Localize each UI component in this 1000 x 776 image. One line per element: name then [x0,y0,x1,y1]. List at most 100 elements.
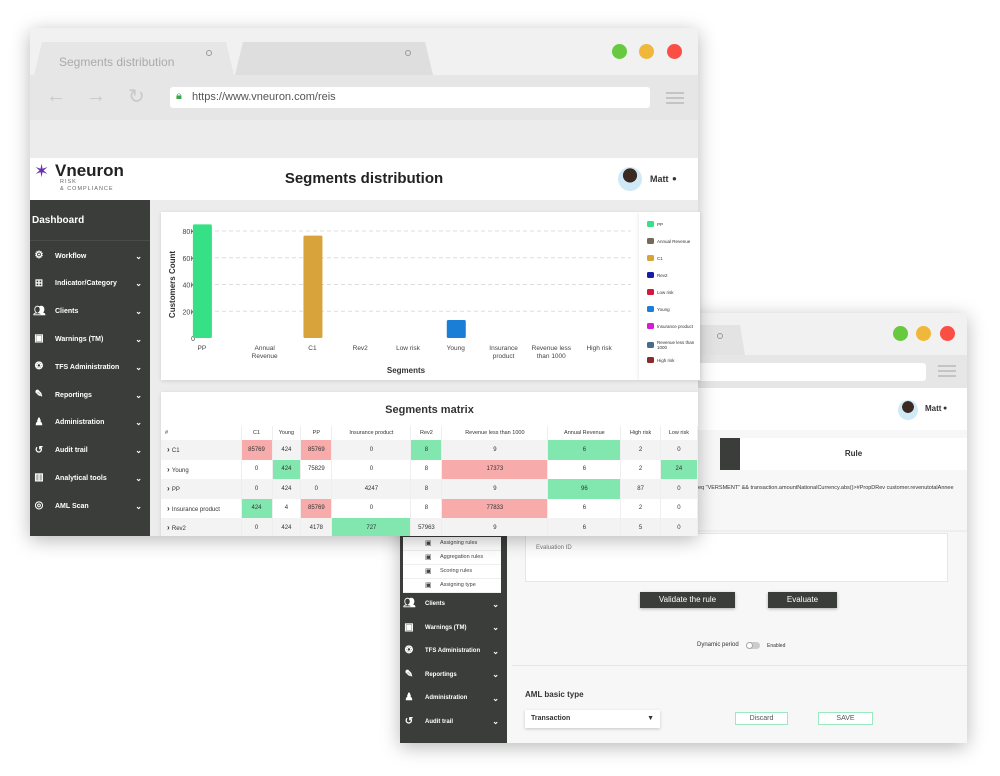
tab-close-icon[interactable] [405,50,411,56]
chevron-down-icon: ⌄ [492,623,499,632]
legend-item[interactable]: Young [647,306,699,312]
legend-item[interactable]: Insurance product [647,323,699,329]
back-icon[interactable]: ← [46,85,66,108]
table-row[interactable]: › Young 0 424 75829 0 8 17373 6 2 24 [161,459,698,479]
legend-label: Young [657,306,670,312]
legend-item[interactable]: High risk [647,357,699,363]
legend-swatch [647,255,654,261]
avatar[interactable] [898,400,918,420]
sidebar-item-audit-trail[interactable]: ↺ Audit trail ⌄ [30,438,150,464]
row-label[interactable]: › PP [161,479,242,499]
sidebar-item-indicator-category[interactable]: ⊞ Indicator/Category ⌄ [30,271,150,297]
discard-button[interactable]: Discard [735,712,788,725]
row-label[interactable]: › Rev2 [161,518,242,536]
table-row[interactable]: › PP 0 424 0 4247 8 9 96 87 0 [161,479,698,499]
validate-rule-button[interactable]: Validate the rule [640,592,735,608]
menu-icon[interactable] [666,89,684,107]
sidebar-item-reportings[interactable]: ✎ Reportings ⌄ [30,382,150,408]
legend-item[interactable]: PP [647,221,699,227]
submenu-item[interactable]: ▣ Assigning rules [403,537,501,551]
divider [512,665,967,666]
sidebar-title[interactable]: Dashboard [32,215,84,226]
tab-rule[interactable]: Rule [740,438,967,470]
maximize-button[interactable] [893,326,908,341]
aml-type-select[interactable]: Transaction ▼ [525,710,660,728]
sidebar-item-analytical-tools[interactable]: ▥ Analytical tools ⌄ [30,465,150,491]
browser-tab-active[interactable]: Segments distribution [34,42,234,75]
x-tick-label: Annual Revenue [252,345,278,360]
bar-c1[interactable] [303,235,323,338]
row-label-text: Young [171,467,189,474]
user-menu-icon[interactable]: ● [672,174,677,183]
sidebar-item-administration[interactable]: ♟ Administration ⌄ [30,410,150,436]
sidebar-item[interactable]: ▣ Warnings (TM) ⌄ [400,617,507,639]
sidebar-item-label: Analytical tools [55,474,107,482]
legend-swatch [647,289,654,295]
chart-legend: PP Annual Revenue C1 Rev2 Low risk Young Insur… [639,212,700,380]
lock-icon: 🔒︎ [176,90,182,102]
sidebar-item[interactable]: ♟ Administration ⌄ [400,687,507,709]
matrix-cell: 4 [272,498,302,518]
sidebar-item-warnings-tm-[interactable]: ▣ Warnings (TM) ⌄ [30,326,150,352]
table-row[interactable]: › Rev2 0 424 4178 727 57963 9 6 5 0 [161,518,698,536]
browser-tab[interactable] [235,42,433,75]
submenu-item[interactable]: ▣ Scoring rules [403,565,501,579]
minimize-button[interactable] [916,326,931,341]
save-button[interactable]: SAVE [818,712,873,725]
chevron-down-icon: ⌄ [135,501,142,511]
tab-active[interactable] [720,438,740,470]
row-label[interactable]: › Young [161,459,242,479]
sidebar-item-aml-scan[interactable]: ◎ AML Scan ⌄ [30,493,150,519]
submenu-item[interactable]: ▣ Assigning type [403,579,501,593]
sidebar-item[interactable]: ❂ TFS Administration ⌄ [400,640,507,662]
table-row[interactable]: › C1 85769 424 85769 0 8 9 6 2 0 [161,440,698,460]
close-button[interactable] [667,44,682,59]
tab-close-icon[interactable] [717,333,723,339]
sidebar-item[interactable]: ✎ Reportings ⌄ [400,664,507,686]
browser-toolbar: ← → ↻ 🔒︎ https://www.vneuron.com/reis [30,75,698,120]
tab-close-icon[interactable] [206,50,212,56]
dynamic-period-toggle[interactable] [746,642,760,649]
table-row[interactable]: › Insurance product 424 4 85769 0 8 77833 6 2 0 [161,498,698,518]
column-header: PP [300,426,333,440]
chevron-down-icon: ⌄ [135,279,142,289]
legend-item[interactable]: Rev2 [647,272,699,278]
avatar[interactable] [618,167,642,191]
submenu-label: Assigning rules [440,540,478,546]
sidebar-item-label: Audit trail [425,718,453,725]
row-label[interactable]: › Insurance product [161,498,242,518]
menu-icon[interactable] [938,362,956,380]
minimize-button[interactable] [639,44,654,59]
sidebar-item-tfs-administration[interactable]: ❂ TFS Administration ⌄ [30,354,150,380]
user-menu-icon[interactable]: ● [943,405,947,412]
sidebar-item[interactable]: 👥︎ Clients ⌄ [400,593,507,615]
reload-icon[interactable]: ↻ [128,84,145,109]
sidebar-item-workflow[interactable]: ⚙ Workflow ⌄ [30,243,150,269]
legend-swatch [647,306,654,312]
legend-item[interactable]: Low risk [647,289,699,295]
close-button[interactable] [940,326,955,341]
users-icon: 👥︎ [33,305,46,317]
legend-label: Revenue less than 1000 [657,340,695,350]
forward-icon[interactable]: → [86,85,106,108]
address-bar[interactable]: 🔒︎ https://www.vneuron.com/reis [170,87,650,108]
legend-label: Low risk [657,289,674,295]
evaluate-button[interactable]: Evaluate [768,592,837,608]
evaluation-id-field[interactable]: Evaluation ID [525,533,948,582]
tab-title: Segments distribution [59,55,175,69]
row-label[interactable]: › C1 [161,440,242,460]
submenu-item[interactable]: ▣ Aggregation rules [403,551,501,565]
bar-pp[interactable] [192,224,212,338]
legend-swatch [647,221,654,227]
rule-expression: eq "VERSMENT" && transaction.amountNatio… [698,485,954,491]
legend-item[interactable]: Annual Revenue [647,238,699,244]
matrix-cell: 6 [547,440,622,460]
matrix-cell: 8 [410,498,443,518]
sidebar-item[interactable]: ↺ Audit trail ⌄ [400,711,507,733]
legend-item[interactable]: Revenue less than 1000 [647,340,699,350]
sidebar-item-clients[interactable]: 👥︎ Clients ⌄ [30,299,150,325]
tab-bar: Segments distribution [30,28,698,75]
maximize-button[interactable] [612,44,627,59]
legend-item[interactable]: C1 [647,255,699,261]
bar-young[interactable] [446,319,466,338]
